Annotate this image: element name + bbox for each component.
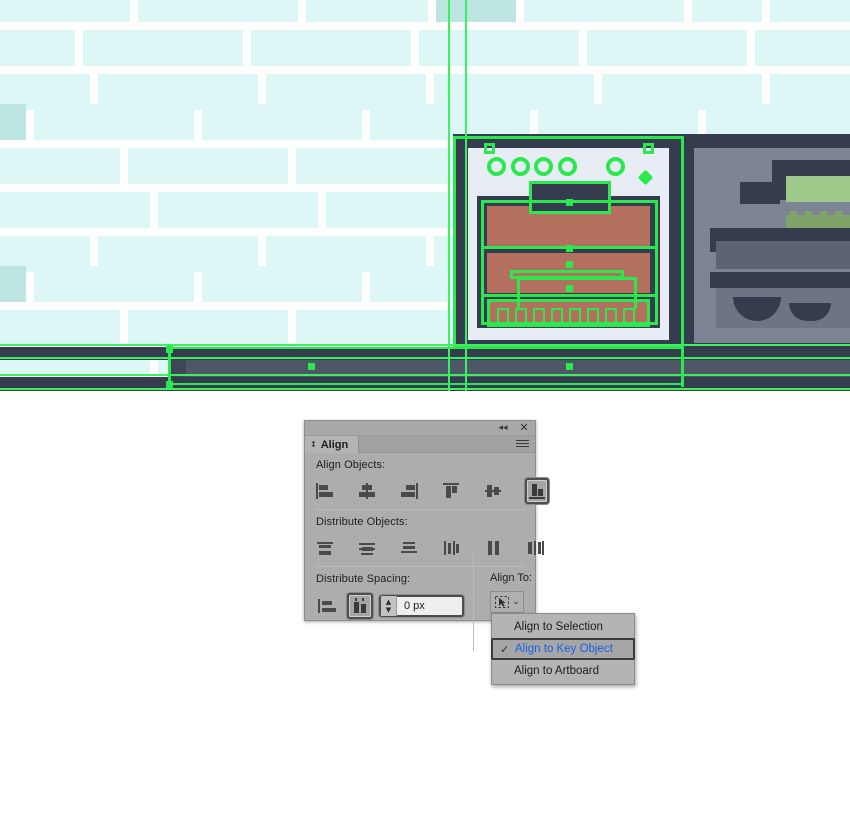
oven-handle-base — [517, 277, 637, 280]
grate-tooth-2[interactable] — [515, 308, 527, 327]
grate-tooth-7[interactable] — [605, 308, 617, 327]
plant-box — [786, 176, 850, 202]
menu-item-align-to-artboard[interactable]: Align to Artboard — [492, 660, 634, 682]
stepper-down-icon[interactable]: ▼ — [386, 606, 391, 614]
menu-item-label: Align to Artboard — [514, 665, 600, 677]
menu-item-label: Align to Key Object — [515, 643, 613, 655]
double-chevron-left-icon[interactable]: ◂◂ — [497, 423, 509, 434]
horizontal-align-left-button[interactable] — [315, 478, 335, 504]
menu-item-label: Align to Selection — [514, 621, 603, 633]
align-to-key-object-icon — [495, 595, 510, 608]
app-root: ◂◂ ✕ ↕ Align Align Objects: Distribute O… — [0, 0, 850, 820]
align-to-label: Align To: — [490, 572, 532, 584]
distribute-objects-row — [305, 533, 544, 563]
selection-handle-top-left[interactable] — [484, 143, 495, 154]
divider-1 — [315, 509, 525, 510]
horizontal-guide-1[interactable] — [0, 344, 850, 346]
vertical-align-bottom-button[interactable] — [525, 478, 549, 504]
control-panel-divider-2 — [481, 294, 658, 297]
check-icon: ✓ — [500, 642, 510, 656]
plant-teeth-2 — [805, 211, 812, 219]
menu-item-align-to-selection[interactable]: Align to Selection — [492, 616, 634, 638]
plant-teeth-3 — [820, 211, 827, 219]
panel-title: Align — [320, 438, 349, 451]
vertical-align-top-button[interactable] — [441, 478, 461, 504]
illustrator-canvas[interactable] — [0, 0, 850, 391]
spacing-input-group[interactable]: ▲ ▼ 0 px — [379, 595, 464, 617]
cabinet-notch — [740, 182, 780, 204]
spacing-input[interactable]: 0 px — [397, 600, 462, 612]
grate-tooth-4[interactable] — [551, 308, 563, 327]
stepper-up-icon[interactable]: ▲ — [386, 598, 391, 606]
menu-item-align-to-key-object[interactable]: ✓ Align to Key Object — [491, 638, 635, 660]
vertical-align-center-button[interactable] — [483, 478, 503, 504]
divider-2 — [315, 566, 525, 567]
vertical-distribute-center-button[interactable] — [357, 535, 377, 561]
counter-handle-bottom-left[interactable] — [166, 381, 173, 388]
horizontal-align-center-button[interactable] — [357, 478, 377, 504]
horizontal-guide-4[interactable] — [0, 388, 850, 390]
counter-anchor-center-2[interactable] — [566, 363, 573, 370]
cabinet-shelf-mid — [716, 241, 850, 269]
selection-handle-top-right[interactable] — [643, 143, 654, 154]
align-to-dropdown-button[interactable]: ⌄ — [490, 591, 524, 613]
burner-knob-2[interactable] — [511, 157, 530, 176]
burner-knob-5[interactable] — [606, 157, 625, 176]
spacing-stepper[interactable]: ▲ ▼ — [381, 596, 397, 616]
panel-menu-icon[interactable] — [516, 440, 529, 449]
grate-tooth-1[interactable] — [497, 308, 509, 327]
burner-knob-3[interactable] — [534, 157, 553, 176]
align-objects-label: Align Objects: — [316, 459, 386, 471]
grate-tooth-6[interactable] — [587, 308, 599, 327]
vertical-guide-left[interactable] — [448, 0, 450, 391]
counter-anchor-center[interactable] — [308, 363, 315, 370]
align-to-dropdown-menu[interactable]: Align to Selection ✓ Align to Key Object… — [491, 613, 635, 685]
tab-align[interactable]: ↕ Align — [305, 436, 360, 453]
counter-handle-top-left[interactable] — [166, 346, 173, 353]
panel-vertical-separator — [473, 553, 474, 651]
horizontal-align-right-button[interactable] — [399, 478, 419, 504]
grate-tooth-3[interactable] — [533, 308, 545, 327]
chevron-down-icon[interactable]: ⌄ — [512, 597, 520, 607]
grate-tooth-8[interactable] — [623, 308, 635, 327]
counter-selection-right-edge — [681, 345, 684, 387]
plant-teeth-1 — [790, 211, 797, 219]
distribute-objects-label: Distribute Objects: — [316, 516, 408, 528]
anchor-point-mid-1[interactable] — [566, 245, 573, 252]
horizontal-distribute-spacing-button[interactable] — [347, 593, 373, 619]
panel-titlebar[interactable]: ◂◂ ✕ — [305, 421, 535, 436]
burner-knob-4[interactable] — [558, 157, 577, 176]
horizontal-distribute-center-button[interactable] — [483, 535, 503, 561]
burner-knob-1[interactable] — [487, 157, 506, 176]
plant-teeth-4 — [835, 211, 842, 219]
updown-chevron-icon: ↕ — [310, 439, 317, 449]
anchor-point-mid-2[interactable] — [566, 261, 573, 268]
vertical-distribute-spacing-button[interactable] — [315, 593, 341, 619]
grate-tooth-5[interactable] — [569, 308, 581, 327]
vertical-distribute-top-button[interactable] — [315, 535, 335, 561]
align-to-group: Align To: ⌄ — [490, 572, 532, 613]
panel-tabstrip[interactable]: ↕ Align — [305, 436, 535, 453]
vertical-distribute-bottom-button[interactable] — [399, 535, 419, 561]
align-objects-row — [305, 476, 549, 506]
horizontal-distribute-left-button[interactable] — [441, 535, 461, 561]
counter-selection-bounds[interactable] — [168, 347, 684, 385]
close-icon[interactable]: ✕ — [518, 422, 530, 434]
anchor-point-mid-3[interactable] — [566, 285, 573, 292]
cabinet-sep-2 — [710, 272, 850, 288]
horizontal-distribute-right-button[interactable] — [525, 535, 545, 561]
anchor-point-hood[interactable] — [566, 199, 573, 206]
